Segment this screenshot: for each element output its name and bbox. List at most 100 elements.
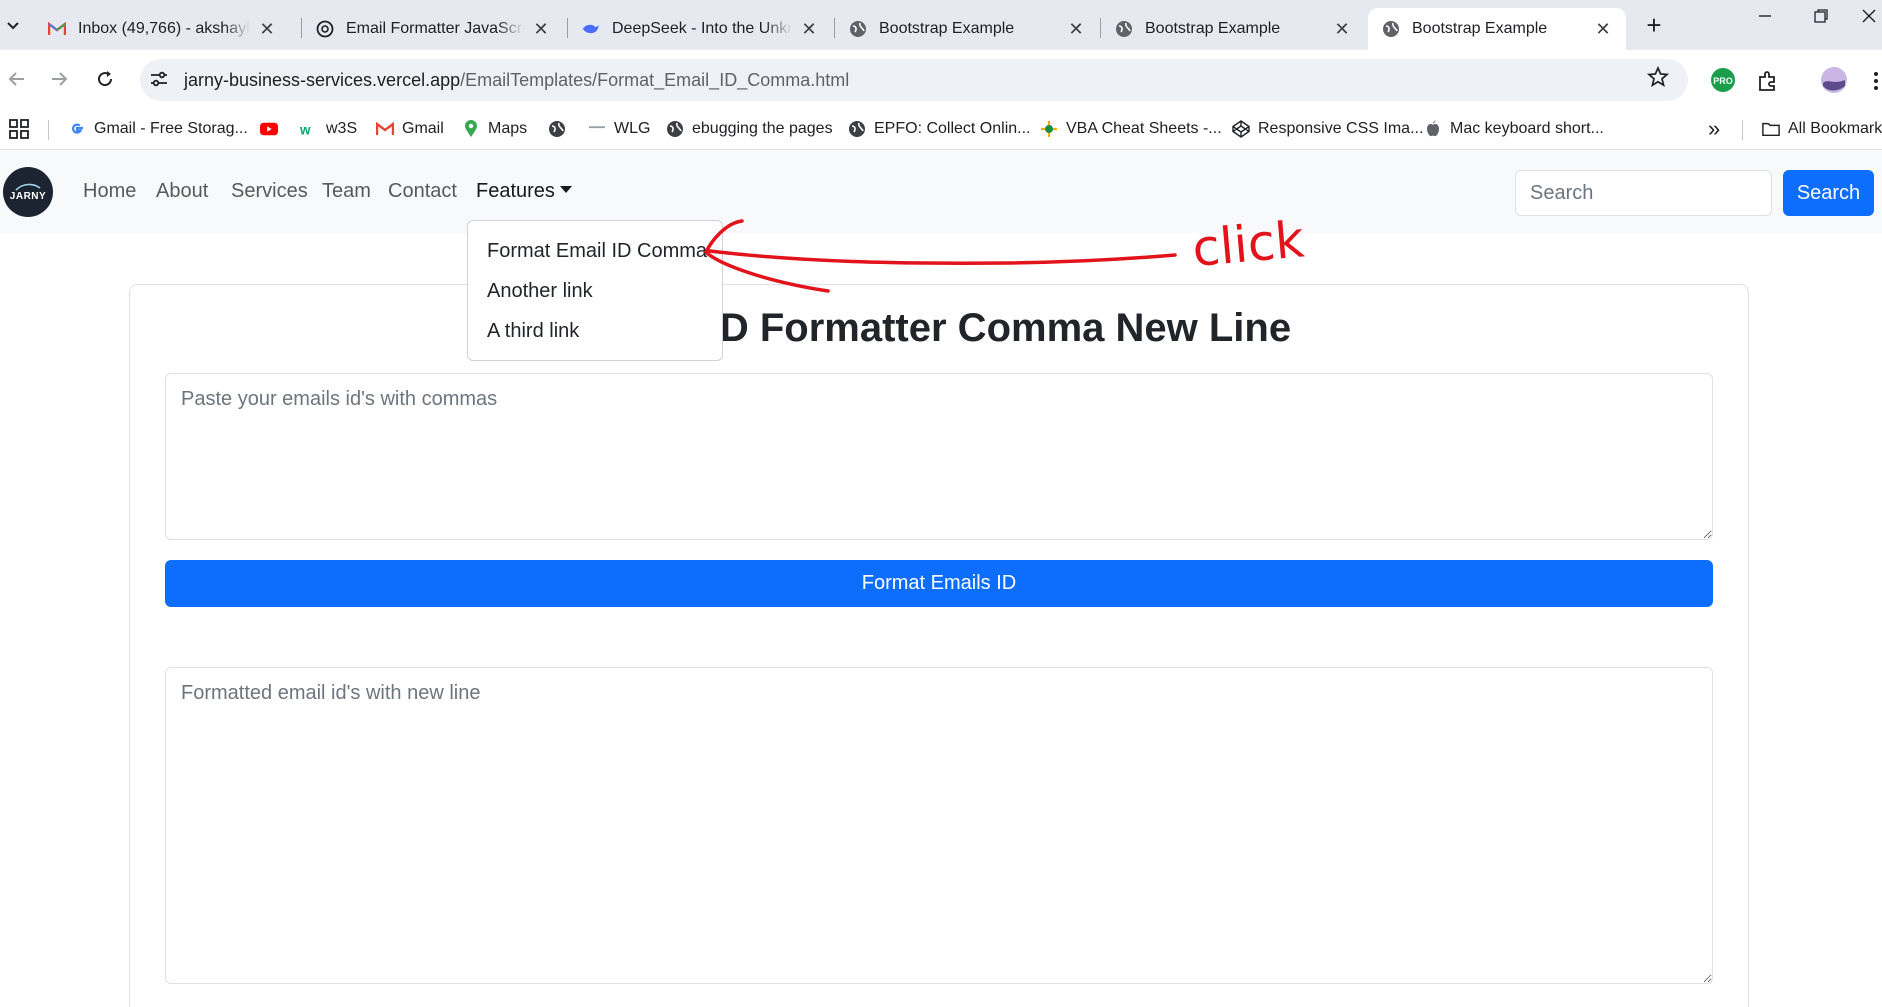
globe-icon: [1382, 20, 1400, 38]
apps-grid-icon[interactable]: [8, 116, 30, 142]
all-bookmarks-label: All Bookmarks: [1788, 120, 1882, 137]
bookmark-label: Gmail - Free Storag...: [94, 120, 248, 137]
caret-down-icon: [559, 186, 572, 193]
bookmark-label: Gmail: [402, 120, 444, 137]
tab-strip: Inbox (49,766) - akshaykod ✕ Email Forma…: [0, 0, 1882, 50]
bookmark-responsive-css[interactable]: Responsive CSS Ima...: [1232, 116, 1423, 142]
bookmark-debugging-pages[interactable]: ebugging the pages: [666, 116, 833, 142]
bookmark-divider: [1742, 120, 1743, 140]
bookmark-gmail[interactable]: Gmail: [376, 116, 444, 142]
tab-deepseek[interactable]: DeepSeek - Into the Unkno ✕: [568, 8, 832, 50]
dropdown-item-third-link[interactable]: A third link: [468, 311, 722, 351]
bookmark-star-icon[interactable]: [1646, 65, 1670, 94]
tab-email-formatter[interactable]: Email Formatter JavaScript ✕: [302, 8, 564, 50]
bookmark-label: WLG: [614, 120, 651, 137]
bookmark-gmail-free-storage[interactable]: Gmail - Free Storag...: [68, 116, 248, 142]
bookmark-epfo[interactable]: EPFO: Collect Onlin...: [848, 116, 1031, 142]
nav-features-dropdown[interactable]: Features: [476, 180, 572, 203]
google-icon: [68, 120, 86, 138]
deepseek-icon: [582, 20, 600, 38]
close-icon[interactable]: ✕: [800, 19, 818, 40]
bookmark-vba-cheat-sheets[interactable]: VBA Cheat Sheets -...: [1040, 116, 1222, 142]
close-icon[interactable]: ✕: [532, 19, 550, 40]
avatar[interactable]: [1820, 66, 1848, 99]
format-emails-button[interactable]: Format Emails ID: [165, 560, 1713, 607]
minimize-icon[interactable]: [1745, 8, 1785, 40]
gmail-icon: [48, 20, 66, 38]
site-info-icon[interactable]: [148, 68, 170, 95]
site-navbar: JARNY Home About Services Team Contact F…: [0, 151, 1882, 233]
search-input[interactable]: [1515, 170, 1772, 216]
all-bookmarks[interactable]: All Bookmarks: [1762, 116, 1882, 142]
restore-icon[interactable]: [1801, 8, 1841, 40]
bookmark-divider: [48, 120, 49, 140]
email-input-textarea[interactable]: [165, 373, 1713, 540]
close-icon[interactable]: ✕: [1067, 19, 1085, 40]
youtube-icon: [260, 120, 278, 138]
bookmark-w3s[interactable]: w w3S: [300, 116, 357, 142]
w3schools-icon: w: [300, 120, 318, 138]
address-path: /EmailTemplates/Format_Email_ID_Comma.ht…: [460, 69, 850, 90]
logo-text: JARNY: [9, 190, 47, 202]
bookmark-wlg[interactable]: WLG: [588, 116, 650, 142]
tab-title: Email Formatter JavaScript: [346, 20, 524, 37]
bookmark-label: w3S: [326, 120, 358, 137]
more-menu-icon[interactable]: [1870, 69, 1882, 98]
close-window-icon[interactable]: [1855, 8, 1882, 40]
reload-icon[interactable]: [90, 64, 120, 94]
extensions-puzzle-icon[interactable]: [1756, 69, 1780, 98]
gmail-icon: [376, 120, 394, 138]
dropdown-item-format-email-id-comma[interactable]: Format Email ID Comma: [468, 231, 722, 271]
tab-bootstrap-2[interactable]: Bootstrap Example ✕: [1101, 8, 1365, 50]
browser-toolbar: jarny-business-services.vercel.app/Email…: [0, 50, 1882, 108]
svg-text:w: w: [300, 122, 311, 137]
globe-icon: [848, 120, 866, 138]
tab-title: DeepSeek - Into the Unkno: [612, 20, 792, 37]
jarny-logo[interactable]: JARNY: [3, 167, 53, 217]
tab-bootstrap-1[interactable]: Bootstrap Example ✕: [835, 8, 1099, 50]
search-button[interactable]: Search: [1783, 170, 1874, 216]
tab-inbox[interactable]: Inbox (49,766) - akshaykod ✕: [34, 8, 290, 50]
bookmark-label: EPFO: Collect Onlin...: [874, 120, 1031, 137]
pro-extension-icon[interactable]: PRO: [1710, 67, 1736, 98]
close-icon[interactable]: ✕: [1333, 19, 1351, 40]
dropdown-item-another-link[interactable]: Another link: [468, 271, 722, 311]
formatted-output-textarea[interactable]: [165, 667, 1713, 984]
new-tab-button[interactable]: +: [1640, 12, 1668, 40]
bookmark-label: ebugging the pages: [692, 120, 833, 137]
nav-team[interactable]: Team: [322, 180, 371, 203]
features-dropdown-menu: Format Email ID Comma Another link A thi…: [467, 220, 723, 361]
address-host: jarny-business-services.vercel.app: [184, 69, 461, 90]
nav-contact[interactable]: Contact: [388, 180, 457, 203]
folder-icon: [1762, 120, 1780, 138]
globe-icon: [849, 20, 867, 38]
forward-arrow-icon[interactable]: [44, 64, 74, 94]
bookmark-youtube[interactable]: [260, 116, 286, 142]
globe-icon: [1115, 20, 1133, 38]
vba-icon: [1040, 120, 1058, 138]
bookmark-label: Responsive CSS Ima...: [1258, 120, 1424, 137]
bookmark-globe[interactable]: [548, 116, 574, 142]
bookmark-mac-keyboard[interactable]: Mac keyboard short...: [1424, 116, 1604, 142]
tab-title: Bootstrap Example: [1145, 20, 1281, 37]
bookmarks-overflow-icon[interactable]: »: [1708, 116, 1720, 142]
chatgpt-icon: [316, 20, 334, 38]
nav-features-label: Features: [476, 180, 555, 202]
bookmarks-bar: Gmail - Free Storag... w w3S Gmail Maps …: [0, 108, 1882, 150]
extension-badge: PRO: [1713, 76, 1733, 86]
address-bar[interactable]: jarny-business-services.vercel.app/Email…: [140, 59, 1688, 101]
bookmark-maps[interactable]: Maps: [462, 116, 527, 142]
tab-title: Inbox (49,766) - akshaykod: [78, 20, 250, 37]
nav-services[interactable]: Services: [231, 180, 308, 203]
page-title: Email ID Formatter Comma New Line: [590, 306, 1292, 350]
tab-title: Bootstrap Example: [1412, 20, 1548, 37]
close-icon[interactable]: ✕: [258, 19, 276, 40]
back-arrow-icon[interactable]: [2, 64, 32, 94]
nav-home[interactable]: Home: [83, 180, 136, 203]
close-icon[interactable]: ✕: [1594, 19, 1612, 40]
bookmark-label: VBA Cheat Sheets -...: [1066, 120, 1222, 137]
tab-search-chevron-icon[interactable]: [0, 10, 26, 40]
nav-about[interactable]: About: [156, 180, 208, 203]
bookmark-label: Maps: [488, 120, 528, 137]
tab-bootstrap-active[interactable]: Bootstrap Example ✕: [1368, 8, 1626, 50]
